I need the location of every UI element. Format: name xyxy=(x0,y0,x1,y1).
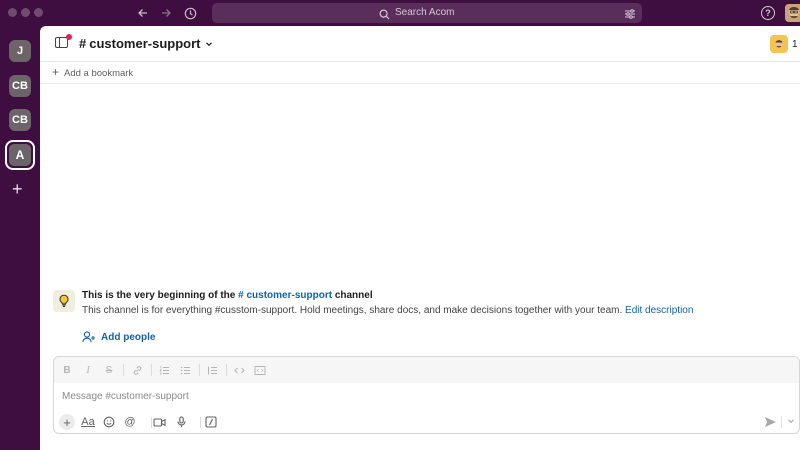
bold-button[interactable]: B xyxy=(60,363,74,377)
add-workspace-icon[interactable]: + xyxy=(12,180,23,198)
user-avatar[interactable] xyxy=(785,4,800,22)
intro-title-prefix: This is the very beginning of the xyxy=(82,290,239,301)
composer-divider xyxy=(200,417,201,428)
blockquote-icon[interactable] xyxy=(205,363,219,377)
mention-button[interactable]: @ xyxy=(122,414,138,430)
microphone-icon[interactable] xyxy=(173,414,189,430)
search-icon xyxy=(379,7,390,25)
add-people-label: Add people xyxy=(101,331,156,343)
add-person-icon xyxy=(82,331,95,343)
channel-title-button[interactable]: # customer-support xyxy=(79,36,213,51)
search-bar[interactable]: Search Acom xyxy=(212,3,642,23)
toolbar-divider xyxy=(123,364,124,376)
intro-title: This is the very beginning of the # cust… xyxy=(82,290,373,301)
message-input[interactable] xyxy=(62,389,762,403)
emoji-icon[interactable] xyxy=(101,414,117,430)
intro-channel-link[interactable]: # customer-support xyxy=(238,290,332,301)
history-clock-icon[interactable] xyxy=(181,4,199,22)
message-composer: B I S Message #customer-support + Aa @ xyxy=(53,356,800,434)
chevron-down-icon[interactable] xyxy=(787,417,795,427)
window-minimize-dot[interactable] xyxy=(21,8,30,17)
channel-header: # customer-support 1 xyxy=(40,26,800,62)
formatting-toggle-button[interactable]: Aa xyxy=(79,414,97,430)
edit-description-link[interactable]: Edit description xyxy=(625,305,693,316)
link-icon[interactable] xyxy=(130,363,144,377)
add-people-button[interactable]: Add people xyxy=(82,331,155,343)
plus-icon[interactable]: + xyxy=(52,66,59,78)
chevron-down-icon xyxy=(206,41,213,46)
add-bookmark-link[interactable]: Add a bookmark xyxy=(64,68,133,79)
channel-title: customer-support xyxy=(89,36,201,51)
send-icon[interactable] xyxy=(764,415,777,433)
ordered-list-icon[interactable] xyxy=(157,363,171,377)
slash-command-icon[interactable] xyxy=(203,414,219,430)
member-avatar xyxy=(770,35,788,53)
workspace-cb-2[interactable]: CB xyxy=(9,109,31,131)
code-icon[interactable] xyxy=(232,363,246,377)
main-panel: # customer-support 1 + Add a bookmark Th… xyxy=(40,26,800,450)
title-bar: Search Acom ? xyxy=(0,0,800,26)
strikethrough-button[interactable]: S xyxy=(102,363,116,377)
workspace-a-active[interactable]: A xyxy=(5,140,35,170)
toolbar-divider xyxy=(199,364,200,376)
channel-hash: # xyxy=(79,36,87,51)
intro-description-text: This channel is for everything #cusstom-… xyxy=(82,305,623,316)
forward-arrow-icon[interactable] xyxy=(157,4,175,22)
member-list-button[interactable]: 1 xyxy=(770,34,798,54)
bulleted-list-icon[interactable] xyxy=(178,363,192,377)
intro-title-suffix: channel xyxy=(332,290,373,301)
search-filter-icon[interactable] xyxy=(624,7,636,25)
bookmarks-bar: + Add a bookmark xyxy=(40,62,800,84)
intro-description: This channel is for everything #cusstom-… xyxy=(82,305,693,316)
toolbar-divider xyxy=(226,364,227,376)
help-icon[interactable]: ? xyxy=(761,6,775,20)
code-block-icon[interactable] xyxy=(253,363,267,377)
window-close-dot[interactable] xyxy=(8,8,17,17)
toolbar-divider xyxy=(151,364,152,376)
lightbulb-icon xyxy=(53,290,75,312)
workspace-rail: J CB CB A + xyxy=(0,26,40,450)
attach-plus-icon[interactable]: + xyxy=(59,414,75,430)
video-clip-icon[interactable] xyxy=(151,414,167,430)
notification-dot xyxy=(66,34,72,40)
formatting-toolbar: B I S xyxy=(54,357,799,383)
italic-button[interactable]: I xyxy=(81,363,95,377)
workspace-j[interactable]: J xyxy=(9,40,31,62)
window-zoom-dot[interactable] xyxy=(34,8,43,17)
send-divider xyxy=(781,416,782,428)
back-arrow-icon[interactable] xyxy=(134,4,152,22)
workspace-a-label: A xyxy=(9,144,31,166)
workspace-cb-1[interactable]: CB xyxy=(9,75,31,97)
search-placeholder: Search Acom xyxy=(395,7,455,18)
member-count: 1 xyxy=(792,38,798,50)
